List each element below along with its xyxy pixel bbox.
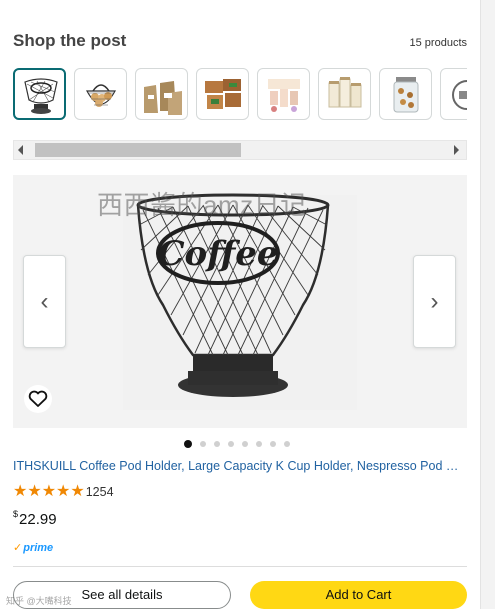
divider xyxy=(13,566,467,567)
heart-icon xyxy=(28,390,48,407)
prime-label: prime xyxy=(23,542,54,554)
prime-badge: ✓prime xyxy=(13,541,53,554)
panel-header: Shop the post 15 products xyxy=(13,30,467,52)
star-icon: ★ xyxy=(41,483,57,500)
currency-symbol: $ xyxy=(13,509,19,519)
add-to-cart-button[interactable]: Add to Cart xyxy=(250,581,467,609)
coffee-basket-image xyxy=(24,78,58,114)
carousel-dot[interactable] xyxy=(184,439,192,448)
carousel-dot[interactable] xyxy=(214,440,220,447)
scroll-left-arrow-icon[interactable] xyxy=(18,145,23,155)
thumbnail-wooden-crates[interactable] xyxy=(196,68,249,120)
thumbnail-partial-item[interactable] xyxy=(440,68,467,120)
image-watermark: 西西酱的amz日记 xyxy=(97,190,307,220)
carousel-dot[interactable] xyxy=(228,440,234,447)
scroll-right-arrow-icon[interactable] xyxy=(454,145,459,155)
cookie-jar-image xyxy=(393,77,419,113)
carousel-dot[interactable] xyxy=(284,440,290,447)
carousel-prev-button[interactable]: ‹ xyxy=(23,255,66,348)
chevron-right-icon: › xyxy=(430,287,439,315)
chevron-left-icon: ‹ xyxy=(40,287,49,315)
carousel-dot[interactable] xyxy=(270,440,276,447)
star-icon: ★ xyxy=(56,483,71,500)
product-title-link[interactable]: ITHSKUILL Coffee Pod Holder, Large Capac… xyxy=(13,459,467,473)
thumbnail-strip xyxy=(13,68,467,120)
tea-boxes-image xyxy=(268,79,300,112)
review-count: 1254 xyxy=(85,485,114,499)
carousel-dot[interactable] xyxy=(242,440,248,447)
thumbnail-coffee-basket[interactable] xyxy=(13,68,66,120)
thumbnail-egg-basket[interactable] xyxy=(74,68,127,120)
product-rating[interactable]: ★★★★★ 1254 xyxy=(13,484,114,500)
egg-basket-image xyxy=(85,84,117,107)
panel-scrollbar[interactable] xyxy=(480,0,495,609)
carousel-dot[interactable] xyxy=(256,440,262,447)
partial-item-image xyxy=(452,80,467,110)
product-count: 15 products xyxy=(409,37,467,49)
thumbnail-scrollbar[interactable] xyxy=(13,140,467,160)
star-rating: ★★★★★ xyxy=(13,483,85,501)
carousel-dots xyxy=(184,435,298,448)
shop-the-post-panel: Shop the post 15 products Coffee 西西酱的amz… xyxy=(0,0,480,609)
thumbnail-burlap-bags[interactable] xyxy=(135,68,188,120)
burlap-bags-image xyxy=(144,81,182,115)
star-icon: ★ xyxy=(13,483,28,500)
thumbnail-cookie-jar[interactable] xyxy=(379,68,432,120)
scrollbar-thumb[interactable] xyxy=(35,143,241,157)
star-icon: ★ xyxy=(70,483,85,500)
canister-jars-image xyxy=(328,77,362,108)
price-value: 22.99 xyxy=(19,511,57,528)
corner-watermark: 知乎 @大嘴科技 xyxy=(6,596,72,606)
wooden-crates-image xyxy=(205,79,241,109)
carousel-next-button[interactable]: › xyxy=(413,255,456,348)
star-icon: ★ xyxy=(27,483,42,500)
thumbnail-canister-jars[interactable] xyxy=(318,68,371,120)
panel-title: Shop the post xyxy=(13,31,127,50)
product-price: $22.99 xyxy=(13,509,57,528)
prime-check-icon: ✓ xyxy=(13,542,23,554)
carousel-dot[interactable] xyxy=(200,440,206,447)
wishlist-button[interactable] xyxy=(24,385,52,413)
thumbnail-tea-boxes[interactable] xyxy=(257,68,310,120)
svg-text:Coffee: Coffee xyxy=(157,234,278,274)
product-image-carousel: Coffee 西西酱的amz日记 ‹ › xyxy=(13,175,467,428)
